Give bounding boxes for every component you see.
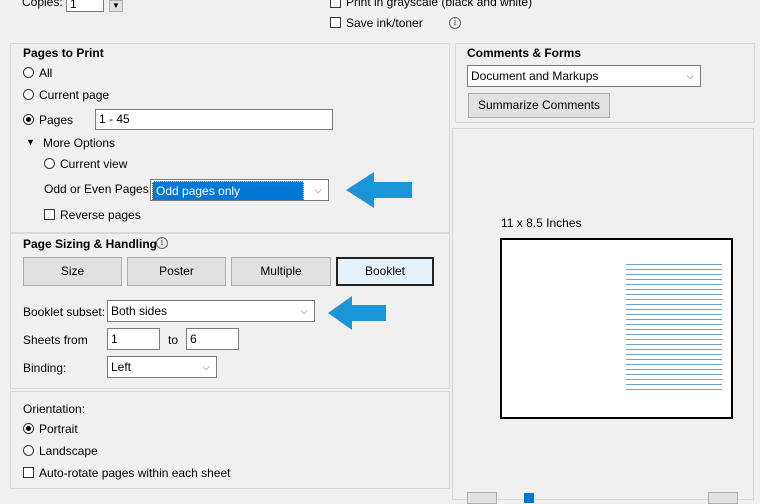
landscape-radio[interactable] bbox=[23, 445, 34, 456]
grayscale-checkbox[interactable] bbox=[330, 0, 341, 8]
odd-even-selected-value: Odd pages only bbox=[152, 181, 304, 200]
preview-sheet bbox=[500, 238, 733, 419]
chevron-down-icon: ⌵ bbox=[202, 362, 210, 372]
info-icon[interactable]: i bbox=[156, 237, 168, 249]
pages-to-print-title: Pages to Print bbox=[23, 46, 104, 60]
autorotate-checkbox[interactable] bbox=[23, 467, 34, 478]
comments-forms-title: Comments & Forms bbox=[467, 46, 582, 60]
booklet-subset-value: Both sides bbox=[111, 304, 168, 318]
booklet-subset-label: Booklet subset: bbox=[23, 305, 106, 319]
all-label: All bbox=[39, 66, 53, 80]
preview-prev-button[interactable] bbox=[467, 492, 497, 504]
preview-page-content bbox=[626, 264, 722, 394]
tab-booklet[interactable]: Booklet bbox=[336, 257, 434, 286]
landscape-label: Landscape bbox=[39, 444, 98, 458]
blue-arrow-icon bbox=[328, 296, 386, 330]
chevron-down-icon: ⌵ bbox=[300, 306, 308, 316]
copies-label: Copies: bbox=[22, 0, 63, 9]
to-label: to bbox=[168, 333, 179, 347]
current-page-radio[interactable] bbox=[23, 89, 34, 100]
tab-multiple[interactable]: Multiple bbox=[231, 257, 331, 286]
reverse-pages-label: Reverse pages bbox=[60, 208, 141, 222]
copies-spinner[interactable]: ▼ bbox=[109, 0, 123, 12]
portrait-label: Portrait bbox=[39, 422, 78, 436]
grayscale-label: Print in grayscale (black and white) bbox=[346, 0, 533, 9]
all-radio[interactable] bbox=[23, 67, 34, 78]
chevron-down-icon: ⌵ bbox=[314, 185, 322, 195]
binding-select[interactable]: Left ⌵ bbox=[107, 356, 217, 378]
reverse-pages-checkbox[interactable] bbox=[44, 209, 55, 220]
odd-even-select[interactable]: Odd pages only ⌵ bbox=[150, 179, 329, 201]
chevron-down-icon: ⌵ bbox=[686, 71, 694, 81]
orientation-title: Orientation: bbox=[23, 402, 86, 416]
portrait-radio[interactable] bbox=[23, 423, 34, 434]
info-icon[interactable]: i bbox=[449, 17, 461, 29]
current-view-label: Current view bbox=[60, 157, 128, 171]
chevron-down-icon: ▼ bbox=[112, 1, 120, 10]
save-ink-label: Save ink/toner bbox=[346, 16, 423, 30]
tab-size[interactable]: Size bbox=[23, 257, 122, 286]
binding-label: Binding: bbox=[23, 361, 67, 375]
sheets-from-field[interactable]: 1 bbox=[107, 328, 160, 350]
copies-field[interactable]: 1 bbox=[66, 0, 104, 12]
preview-scroll-thumb[interactable] bbox=[524, 493, 534, 503]
save-ink-checkbox[interactable] bbox=[330, 17, 341, 28]
odd-even-label: Odd or Even Pages: bbox=[44, 182, 153, 196]
more-options-label[interactable]: More Options bbox=[43, 136, 115, 150]
current-page-label: Current page bbox=[39, 88, 110, 102]
binding-value: Left bbox=[111, 360, 132, 374]
tab-poster[interactable]: Poster bbox=[127, 257, 226, 286]
blue-arrow-icon bbox=[346, 172, 412, 208]
pages-radio[interactable] bbox=[23, 114, 34, 125]
booklet-subset-select[interactable]: Both sides ⌵ bbox=[107, 300, 315, 322]
sheets-to-field[interactable]: 6 bbox=[186, 328, 239, 350]
more-options-toggle-icon[interactable]: ▼ bbox=[26, 137, 35, 147]
preview-size-label: 11 x 8.5 Inches bbox=[501, 216, 582, 230]
comments-forms-value: Document and Markups bbox=[471, 69, 599, 83]
current-view-radio[interactable] bbox=[44, 158, 55, 169]
page-sizing-title: Page Sizing & Handling bbox=[23, 237, 158, 251]
autorotate-label: Auto-rotate pages within each sheet bbox=[39, 466, 231, 480]
pages-label: Pages bbox=[39, 113, 74, 127]
sheets-from-label: Sheets from bbox=[23, 333, 88, 347]
preview-next-button[interactable] bbox=[708, 492, 738, 504]
pages-range-field[interactable]: 1 - 45 bbox=[95, 109, 333, 130]
comments-forms-select[interactable]: Document and Markups ⌵ bbox=[467, 65, 701, 87]
summarize-comments-button[interactable]: Summarize Comments bbox=[468, 93, 610, 118]
